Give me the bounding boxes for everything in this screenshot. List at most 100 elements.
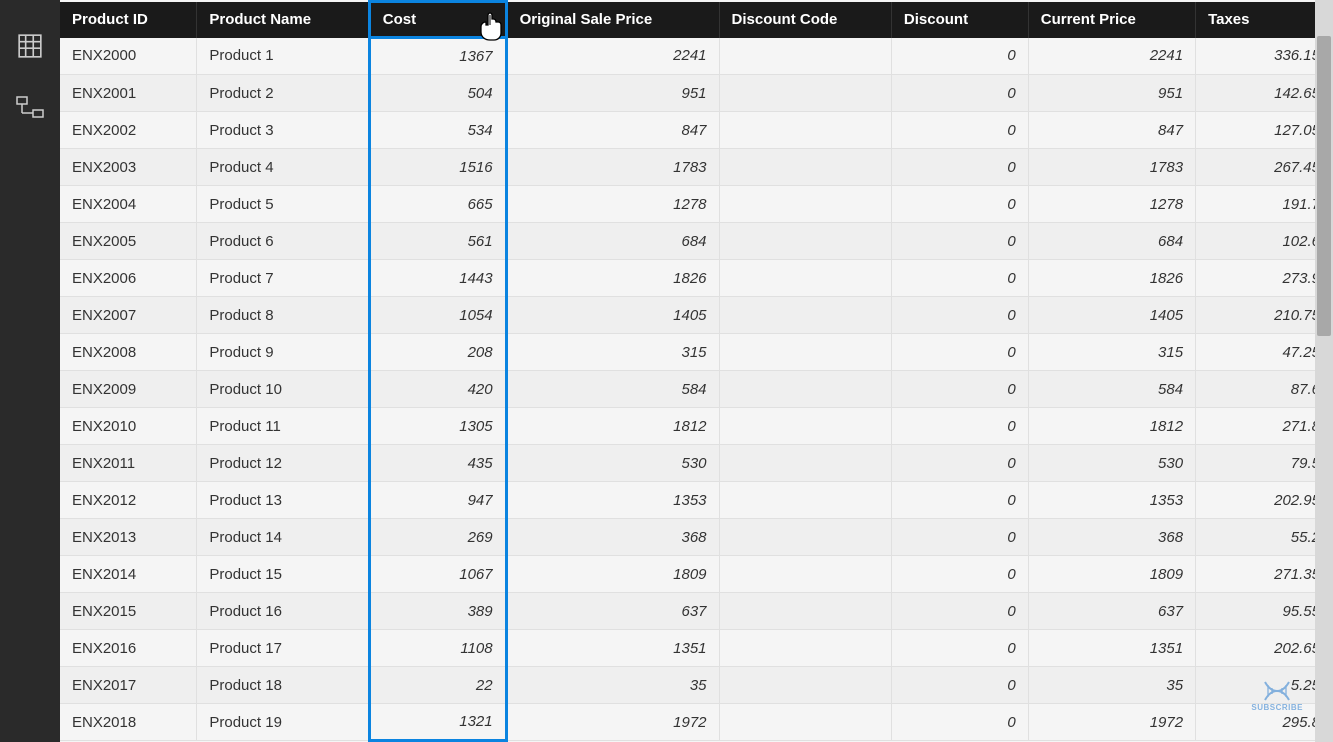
cell-current_price[interactable]: 35 xyxy=(1028,667,1195,704)
cell-discount_code[interactable] xyxy=(719,149,891,186)
cell-product_name[interactable]: Product 19 xyxy=(197,704,369,741)
table-row[interactable]: ENX2003Product 41516178301783267.45 xyxy=(60,149,1333,186)
cell-product_id[interactable]: ENX2012 xyxy=(60,482,197,519)
scrollbar-thumb[interactable] xyxy=(1317,36,1331,336)
cell-orig_price[interactable]: 1972 xyxy=(506,704,719,741)
cell-taxes[interactable]: 95.55 xyxy=(1196,593,1333,630)
cell-discount[interactable]: 0 xyxy=(891,482,1028,519)
cell-discount_code[interactable] xyxy=(719,445,891,482)
cell-discount_code[interactable] xyxy=(719,112,891,149)
cell-discount_code[interactable] xyxy=(719,297,891,334)
cell-product_id[interactable]: ENX2004 xyxy=(60,186,197,223)
cell-taxes[interactable]: 271.8 xyxy=(1196,408,1333,445)
cell-current_price[interactable]: 951 xyxy=(1028,75,1195,112)
cell-discount[interactable]: 0 xyxy=(891,223,1028,260)
table-row[interactable]: ENX2010Product 111305181201812271.8 xyxy=(60,408,1333,445)
cell-discount_code[interactable] xyxy=(719,260,891,297)
cell-orig_price[interactable]: 951 xyxy=(506,75,719,112)
cell-discount[interactable]: 0 xyxy=(891,112,1028,149)
cell-discount_code[interactable] xyxy=(719,667,891,704)
cell-taxes[interactable]: 271.35 xyxy=(1196,556,1333,593)
cell-product_id[interactable]: ENX2009 xyxy=(60,371,197,408)
cell-orig_price[interactable]: 637 xyxy=(506,593,719,630)
cell-cost[interactable]: 1443 xyxy=(369,260,506,297)
cell-discount_code[interactable] xyxy=(719,38,891,75)
cell-current_price[interactable]: 847 xyxy=(1028,112,1195,149)
cell-discount_code[interactable] xyxy=(719,75,891,112)
cell-discount_code[interactable] xyxy=(719,408,891,445)
cell-discount[interactable]: 0 xyxy=(891,38,1028,75)
cell-orig_price[interactable]: 1783 xyxy=(506,149,719,186)
table-row[interactable]: ENX2014Product 151067180901809271.35 xyxy=(60,556,1333,593)
cell-cost[interactable]: 435 xyxy=(369,445,506,482)
cell-cost[interactable]: 1321 xyxy=(369,704,506,741)
cell-taxes[interactable]: 55.2 xyxy=(1196,519,1333,556)
cell-taxes[interactable]: 142.65 xyxy=(1196,75,1333,112)
cell-discount[interactable]: 0 xyxy=(891,667,1028,704)
cell-discount[interactable]: 0 xyxy=(891,408,1028,445)
column-header-product_name[interactable]: Product Name xyxy=(197,2,369,38)
cell-cost[interactable]: 504 xyxy=(369,75,506,112)
cell-current_price[interactable]: 1809 xyxy=(1028,556,1195,593)
cell-product_id[interactable]: ENX2001 xyxy=(60,75,197,112)
cell-cost[interactable]: 208 xyxy=(369,334,506,371)
data-view-tab[interactable] xyxy=(14,30,46,62)
cell-current_price[interactable]: 1278 xyxy=(1028,186,1195,223)
cell-orig_price[interactable]: 1351 xyxy=(506,630,719,667)
table-row[interactable]: ENX2013Product 14269368036855.2 xyxy=(60,519,1333,556)
table-row[interactable]: ENX2001Product 25049510951142.65 xyxy=(60,75,1333,112)
cell-product_id[interactable]: ENX2008 xyxy=(60,334,197,371)
cell-cost[interactable]: 389 xyxy=(369,593,506,630)
cell-product_name[interactable]: Product 2 xyxy=(197,75,369,112)
cell-taxes[interactable]: 202.95 xyxy=(1196,482,1333,519)
cell-product_name[interactable]: Product 6 xyxy=(197,223,369,260)
cell-product_name[interactable]: Product 7 xyxy=(197,260,369,297)
cell-discount_code[interactable] xyxy=(719,519,891,556)
cell-discount[interactable]: 0 xyxy=(891,186,1028,223)
cell-discount[interactable]: 0 xyxy=(891,630,1028,667)
column-header-orig_price[interactable]: Original Sale Price xyxy=(506,2,719,38)
cell-cost[interactable]: 561 xyxy=(369,223,506,260)
cell-current_price[interactable]: 530 xyxy=(1028,445,1195,482)
cell-discount_code[interactable] xyxy=(719,593,891,630)
table-row[interactable]: ENX2016Product 171108135101351202.65 xyxy=(60,630,1333,667)
cell-product_name[interactable]: Product 3 xyxy=(197,112,369,149)
cell-product_id[interactable]: ENX2005 xyxy=(60,223,197,260)
cell-cost[interactable]: 665 xyxy=(369,186,506,223)
table-row[interactable]: ENX2008Product 9208315031547.25 xyxy=(60,334,1333,371)
cell-product_name[interactable]: Product 15 xyxy=(197,556,369,593)
cell-discount_code[interactable] xyxy=(719,371,891,408)
table-row[interactable]: ENX2007Product 81054140501405210.75 xyxy=(60,297,1333,334)
cell-current_price[interactable]: 684 xyxy=(1028,223,1195,260)
cell-product_name[interactable]: Product 10 xyxy=(197,371,369,408)
cell-current_price[interactable]: 1405 xyxy=(1028,297,1195,334)
cell-discount_code[interactable] xyxy=(719,186,891,223)
cell-product_id[interactable]: ENX2016 xyxy=(60,630,197,667)
cell-orig_price[interactable]: 368 xyxy=(506,519,719,556)
cell-taxes[interactable]: 191.7 xyxy=(1196,186,1333,223)
cell-current_price[interactable]: 1353 xyxy=(1028,482,1195,519)
cell-product_name[interactable]: Product 9 xyxy=(197,334,369,371)
cell-orig_price[interactable]: 1809 xyxy=(506,556,719,593)
cell-discount_code[interactable] xyxy=(719,704,891,741)
cell-orig_price[interactable]: 315 xyxy=(506,334,719,371)
cell-product_name[interactable]: Product 18 xyxy=(197,667,369,704)
table-row[interactable]: ENX2015Product 16389637063795.55 xyxy=(60,593,1333,630)
cell-orig_price[interactable]: 35 xyxy=(506,667,719,704)
cell-discount[interactable]: 0 xyxy=(891,149,1028,186)
cell-discount[interactable]: 0 xyxy=(891,297,1028,334)
table-row[interactable]: ENX2011Product 12435530053079.5 xyxy=(60,445,1333,482)
cell-taxes[interactable]: 47.25 xyxy=(1196,334,1333,371)
column-header-cost[interactable]: Cost xyxy=(369,2,506,38)
cell-product_id[interactable]: ENX2003 xyxy=(60,149,197,186)
cell-discount_code[interactable] xyxy=(719,482,891,519)
cell-product_id[interactable]: ENX2006 xyxy=(60,260,197,297)
model-view-tab[interactable] xyxy=(14,92,46,124)
cell-taxes[interactable]: 87.6 xyxy=(1196,371,1333,408)
cell-discount[interactable]: 0 xyxy=(891,371,1028,408)
column-header-taxes[interactable]: Taxes xyxy=(1196,2,1333,38)
cell-cost[interactable]: 420 xyxy=(369,371,506,408)
table-row[interactable]: ENX2002Product 35348470847127.05 xyxy=(60,112,1333,149)
cell-product_name[interactable]: Product 17 xyxy=(197,630,369,667)
vertical-scrollbar[interactable] xyxy=(1315,0,1333,742)
